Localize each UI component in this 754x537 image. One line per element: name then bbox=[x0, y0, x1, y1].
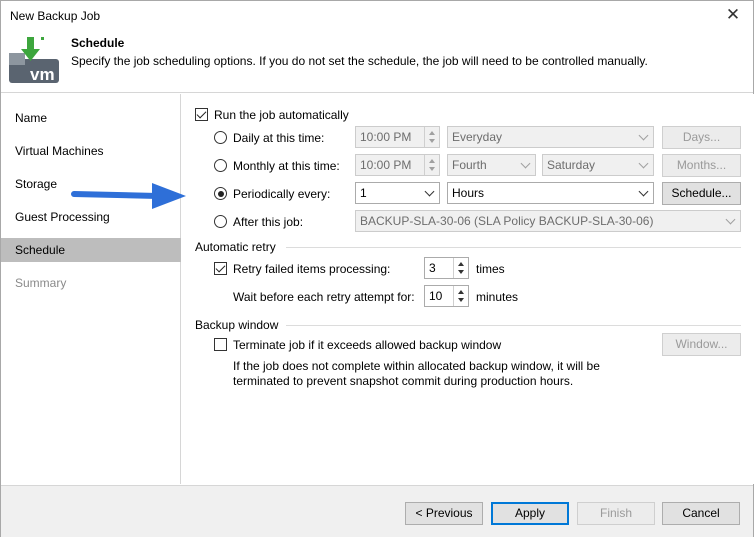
daily-frequency-value: Everyday bbox=[452, 130, 503, 144]
run-automatically-checkbox[interactable] bbox=[195, 108, 208, 121]
retry-failed-label: Retry failed items processing: bbox=[233, 262, 391, 276]
chevron-down-icon bbox=[725, 214, 736, 225]
title-bar: New Backup Job ✕ bbox=[1, 1, 753, 31]
monthly-week-select: Fourth bbox=[447, 154, 536, 176]
retry-count-stepper[interactable]: 3 bbox=[424, 257, 469, 279]
page-title: Schedule bbox=[71, 36, 125, 50]
sidebar-item-schedule[interactable]: Schedule bbox=[1, 238, 181, 262]
monthly-week-value: Fourth bbox=[452, 158, 487, 172]
daily-time-spin-icon bbox=[424, 127, 439, 147]
backup-window-note-line1: If the job does not complete within allo… bbox=[233, 359, 600, 373]
schedule-content-panel: Run the job automatically Daily at this … bbox=[71, 94, 754, 484]
months-button: Months... bbox=[662, 154, 741, 177]
sidebar-item-summary: Summary bbox=[15, 276, 67, 290]
monthly-label: Monthly at this time: bbox=[233, 159, 340, 173]
retry-count-spin-icon[interactable] bbox=[453, 258, 468, 278]
after-job-radio[interactable] bbox=[214, 215, 227, 228]
periodic-unit-select[interactable]: Hours bbox=[447, 182, 654, 204]
chevron-down-icon bbox=[638, 186, 649, 197]
chevron-down-icon bbox=[520, 158, 531, 169]
wizard-steps-sidebar: Name Virtual Machines Storage Guest Proc… bbox=[1, 94, 181, 484]
backup-window-note-line2: terminated to prevent snapshot commit du… bbox=[233, 374, 574, 388]
daily-label: Daily at this time: bbox=[233, 131, 325, 145]
monthly-time-spin-icon bbox=[424, 155, 439, 175]
terminate-job-label: Terminate job if it exceeds allowed back… bbox=[233, 338, 502, 352]
pointer-arrow-icon bbox=[71, 183, 186, 209]
monthly-day-select: Saturday bbox=[542, 154, 654, 176]
sidebar-item-name[interactable]: Name bbox=[1, 106, 181, 130]
retry-count-value: 3 bbox=[429, 261, 436, 275]
wizard-footer: < Previous Apply Finish Cancel bbox=[1, 485, 753, 537]
previous-button[interactable]: < Previous bbox=[405, 502, 483, 525]
chevron-down-icon bbox=[638, 158, 649, 169]
monthly-time-value: 10:00 PM bbox=[360, 158, 412, 172]
wait-retry-stepper[interactable]: 10 bbox=[424, 285, 469, 307]
chevron-down-icon bbox=[424, 186, 435, 197]
chevron-down-icon bbox=[638, 130, 649, 141]
daily-radio[interactable] bbox=[214, 131, 227, 144]
periodically-radio[interactable] bbox=[214, 187, 227, 200]
monthly-time-stepper: 10:00 PM bbox=[355, 154, 440, 176]
wait-retry-spin-icon[interactable] bbox=[453, 286, 468, 306]
after-job-label: After this job: bbox=[233, 215, 304, 229]
apply-button[interactable]: Apply bbox=[491, 502, 569, 525]
wait-retry-label: Wait before each retry attempt for: bbox=[233, 290, 415, 304]
page-description: Specify the job scheduling options. If y… bbox=[71, 54, 648, 68]
periodic-interval-select[interactable]: 1 bbox=[355, 182, 440, 204]
backup-window-heading: Backup window bbox=[195, 318, 279, 332]
window-title: New Backup Job bbox=[10, 9, 101, 23]
schedule-button[interactable]: Schedule... bbox=[662, 182, 741, 205]
monthly-day-value: Saturday bbox=[547, 158, 596, 172]
cancel-button[interactable]: Cancel bbox=[662, 502, 740, 525]
retry-unit-label: times bbox=[476, 262, 505, 276]
finish-button: Finish bbox=[577, 502, 655, 525]
wait-unit-label: minutes bbox=[476, 290, 519, 304]
after-job-select: BACKUP-SLA-30-06 (SLA Policy BACKUP-SLA-… bbox=[355, 210, 741, 232]
close-icon[interactable]: ✕ bbox=[723, 5, 743, 25]
daily-time-value: 10:00 PM bbox=[360, 130, 412, 144]
monthly-radio[interactable] bbox=[214, 159, 227, 172]
daily-frequency-select: Everyday bbox=[447, 126, 654, 148]
wizard-header: vm Schedule Specify the job scheduling o… bbox=[1, 31, 753, 93]
retry-failed-checkbox[interactable] bbox=[214, 262, 227, 275]
window-button: Window... bbox=[662, 333, 741, 356]
periodically-label: Periodically every: bbox=[233, 187, 331, 201]
sidebar-item-virtual-machines[interactable]: Virtual Machines bbox=[1, 139, 181, 163]
section-divider bbox=[286, 247, 741, 248]
days-button: Days... bbox=[662, 126, 741, 149]
wait-retry-value: 10 bbox=[429, 289, 443, 303]
run-automatically-label: Run the job automatically bbox=[214, 108, 349, 122]
section-divider bbox=[286, 325, 741, 326]
new-backup-job-window: New Backup Job ✕ vm Schedule Specify the… bbox=[0, 0, 754, 537]
automatic-retry-heading: Automatic retry bbox=[195, 240, 276, 254]
periodic-unit-value: Hours bbox=[452, 186, 485, 200]
daily-time-stepper: 10:00 PM bbox=[355, 126, 440, 148]
terminate-job-checkbox[interactable] bbox=[214, 338, 227, 351]
after-job-value: BACKUP-SLA-30-06 (SLA Policy BACKUP-SLA-… bbox=[360, 214, 654, 228]
logo-text: vm bbox=[30, 65, 55, 84]
periodic-interval-value: 1 bbox=[360, 186, 367, 200]
